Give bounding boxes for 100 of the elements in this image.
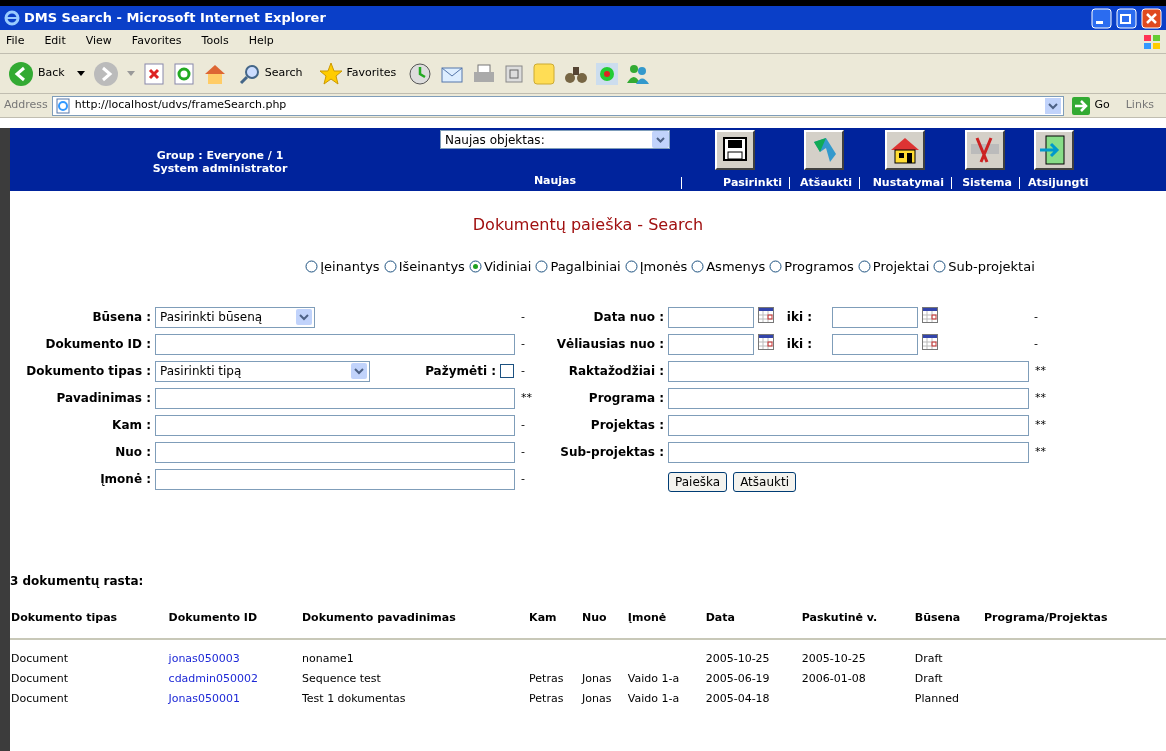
calendar-icon[interactable] (922, 333, 938, 350)
menu-item[interactable]: Edit (42, 33, 68, 50)
radio-option[interactable]: Įmonės (624, 257, 688, 277)
field-label: Įmonė : (99, 471, 152, 488)
field-label: Pažymėti : (424, 363, 497, 380)
results-heading: 3 dokumentų rasta: (10, 573, 145, 588)
table-cell: 2005-10-25 (801, 652, 866, 665)
history-icon[interactable] (408, 61, 433, 86)
people-icon[interactable] (626, 62, 651, 85)
header-tool-button[interactable] (714, 130, 755, 170)
refresh-icon[interactable] (172, 62, 195, 85)
new-link[interactable]: Naujas (533, 172, 577, 189)
document-link[interactable]: cdadmin050002 (168, 672, 259, 685)
field-note: - (1033, 335, 1038, 352)
field-label: Programa : (587, 390, 665, 407)
table-cell: Sequence test (301, 672, 381, 685)
date-field[interactable] (668, 333, 754, 355)
radio-option[interactable]: Įeinantys (305, 257, 380, 277)
menu-item[interactable]: Favorites (129, 33, 184, 50)
user-role: System administrator (152, 161, 288, 175)
header-tool-button[interactable] (964, 130, 1005, 170)
form-button[interactable]: Paieška (668, 471, 728, 492)
field-note: - (1033, 308, 1038, 325)
status-select[interactable]: Pasirinkti būseną (155, 306, 315, 328)
restore-icon[interactable] (1116, 7, 1137, 29)
favorites-button[interactable]: Favorites (314, 61, 401, 86)
dropdown-caret-icon[interactable] (76, 70, 85, 77)
menu-item[interactable]: View (83, 33, 114, 50)
header-link[interactable]: Atsijungti (1019, 177, 1088, 189)
stop-icon[interactable] (142, 62, 165, 85)
group-label: Group : Everyone / 1 (156, 148, 284, 162)
field-label: Būsena : (91, 309, 152, 326)
calendar-icon[interactable] (922, 306, 938, 323)
text-field[interactable] (155, 441, 515, 463)
new-object-select[interactable]: Naujas objektas: (440, 130, 670, 149)
text-field[interactable] (668, 387, 1029, 409)
field-label: Raktažodžiai : (567, 363, 665, 380)
radio-option[interactable]: Išeinantys (383, 257, 465, 277)
calendar-icon[interactable] (758, 306, 774, 323)
back-button[interactable]: Back (4, 60, 69, 87)
header-link[interactable]: Atšaukti (789, 177, 858, 189)
field-note: ** (1034, 416, 1046, 433)
header-tool-button[interactable] (1033, 130, 1074, 170)
document-link[interactable]: jonas050003 (168, 652, 240, 665)
date-field[interactable] (832, 306, 918, 328)
field-note: ** (520, 389, 532, 406)
header-link[interactable]: Nustatymai (859, 177, 950, 189)
field-label: Vėliausias nuo : (555, 336, 665, 353)
text-field[interactable] (668, 441, 1029, 463)
radio-option[interactable]: Asmenys (691, 257, 766, 277)
radio-option[interactable]: Vidiniai (468, 257, 532, 277)
document-link[interactable]: Jonas050001 (168, 692, 240, 705)
menu-item[interactable]: Tools (199, 33, 231, 50)
date-field[interactable] (832, 333, 918, 355)
text-field[interactable] (668, 360, 1029, 382)
checkbox[interactable] (500, 364, 514, 378)
radio-option[interactable]: Pagalbiniai (535, 257, 621, 277)
address-field[interactable]: http://localhost/udvs/frameSearch.php (51, 95, 1065, 116)
date-field[interactable] (668, 306, 754, 328)
table-cell: 2005-10-25 (705, 652, 770, 665)
field-label: iki : (785, 309, 813, 326)
flower-icon[interactable] (596, 62, 619, 85)
go-button[interactable]: Go (1068, 96, 1114, 115)
column-header: Paskutinė v. (800, 609, 914, 639)
calendar-icon[interactable] (758, 333, 774, 350)
field-note: ** (1034, 443, 1046, 460)
field-label: iki : (785, 336, 813, 353)
note-icon[interactable] (532, 61, 557, 86)
minimize-icon[interactable] (1091, 7, 1112, 29)
type-select[interactable]: Pasirinkti tipą (155, 360, 370, 382)
column-header: Dokumento pavadinimas (300, 609, 529, 639)
search-button[interactable]: Search (234, 62, 307, 85)
form-button[interactable]: Atšaukti (733, 471, 797, 492)
header-tool-button[interactable] (884, 130, 925, 170)
ie-logo-icon (4, 10, 20, 26)
close-icon[interactable] (1141, 7, 1162, 29)
header-link[interactable]: Pasirinkti (681, 177, 788, 189)
edit-page-icon[interactable] (504, 63, 525, 84)
radio-option[interactable]: Sub-projektai (933, 257, 1035, 277)
table-cell: 2005-04-18 (705, 692, 770, 705)
printer-icon[interactable] (472, 62, 497, 85)
text-field[interactable] (155, 387, 515, 409)
text-field[interactable] (155, 333, 515, 355)
radio-option[interactable]: Programos (769, 257, 854, 277)
field-note: - (520, 335, 525, 352)
menu-item[interactable]: Help (246, 33, 276, 50)
links-button[interactable]: Links (1117, 97, 1162, 114)
text-field[interactable] (668, 414, 1029, 436)
radio-option[interactable]: Projektai (857, 257, 930, 277)
field-note: - (520, 443, 525, 460)
column-header: Nuo (581, 609, 627, 639)
header-link[interactable]: Sistema (951, 177, 1018, 189)
text-field[interactable] (155, 414, 515, 436)
field-note: - (520, 362, 525, 379)
field-label: Nuo : (114, 444, 152, 461)
text-field[interactable] (155, 468, 515, 490)
windows-flag-icon (1142, 32, 1162, 51)
table-cell: Jonas (582, 672, 612, 685)
menu-item[interactable]: File (4, 33, 27, 50)
header-tool-button[interactable] (803, 130, 844, 170)
